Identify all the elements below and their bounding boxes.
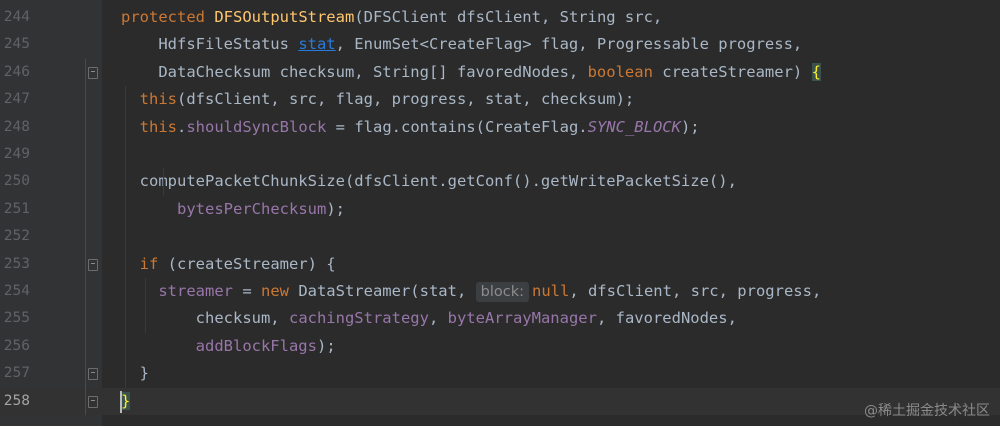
code-token: if <box>139 254 168 273</box>
line-number[interactable]: 256 <box>0 333 30 360</box>
code-text[interactable]: } <box>121 388 131 415</box>
parameter-hint: block: <box>475 282 529 302</box>
code-text[interactable]: protected DFSOutputStream(DFSClient dfsC… <box>121 4 662 31</box>
line-number[interactable]: 252 <box>0 223 30 250</box>
code-text[interactable]: DataChecksum checksum, String[] favoredN… <box>121 59 821 86</box>
code-token: DFSOutputStream <box>214 8 355 26</box>
code-token: checksum, <box>121 309 289 328</box>
code-text[interactable]: this.shouldSyncBlock = flag.contains(Cre… <box>121 114 700 141</box>
indent-guide <box>145 278 146 333</box>
fold-marker-icon[interactable] <box>88 395 98 408</box>
code-line[interactable]: 252 <box>0 223 1000 250</box>
line-number[interactable]: 244 <box>0 4 30 31</box>
code-token: . <box>177 117 187 136</box>
watermark: @稀土掘金技术社区 <box>864 403 990 419</box>
fold-marker-icon[interactable] <box>88 66 98 79</box>
line-number[interactable]: 257 <box>0 360 30 387</box>
code-text[interactable]: bytesPerChecksum); <box>121 196 345 223</box>
code-line[interactable]: 245 HdfsFileStatus stat, EnumSet<CreateF… <box>0 31 1000 58</box>
fold-region-line <box>85 58 86 415</box>
matched-brace: { <box>811 62 821 81</box>
code-line[interactable]: 253 if (createStreamer) { <box>0 251 1000 278</box>
line-number[interactable]: 255 <box>0 305 30 332</box>
line-number[interactable]: 249 <box>0 141 30 168</box>
code-token: = <box>232 282 261 300</box>
code-line[interactable]: 250 computePacketChunkSize(dfsClient.get… <box>0 168 1000 195</box>
code-token: null <box>531 282 570 300</box>
code-token: shouldSyncBlock <box>186 117 327 136</box>
code-text[interactable]: if (createStreamer) { <box>121 251 336 278</box>
code-token: streamer <box>158 282 233 300</box>
line-number[interactable]: 253 <box>0 251 30 278</box>
code-text[interactable]: HdfsFileStatus stat, EnumSet<CreateFlag>… <box>121 31 802 58</box>
code-token: new <box>260 282 299 300</box>
code-token: protected <box>121 8 215 26</box>
line-number[interactable]: 248 <box>0 114 30 141</box>
code-text[interactable]: this(dfsClient, src, flag, progress, sta… <box>121 86 635 113</box>
code-token: = flag.contains(CreateFlag. <box>326 117 588 136</box>
code-token: this <box>139 90 177 109</box>
matched-brace: } <box>121 391 131 410</box>
fold-marker-icon[interactable] <box>88 258 98 271</box>
code-token: computePacketChunkSize(dfsClient.getConf… <box>121 172 737 191</box>
code-token: ); <box>326 199 345 218</box>
code-token: , EnumSet<CreateFlag> flag, Progressable… <box>335 35 803 54</box>
code-token: (dfsClient, src, flag, progress, stat, c… <box>177 90 635 109</box>
line-number[interactable]: 247 <box>0 86 30 113</box>
fold-marker-icon[interactable] <box>88 368 98 381</box>
line-number[interactable]: 254 <box>0 278 30 305</box>
code-token: , <box>428 309 448 328</box>
code-line[interactable]: 246 DataChecksum checksum, String[] favo… <box>0 59 1000 86</box>
code-token: DataChecksum checksum, String[] favoredN… <box>121 62 588 81</box>
line-number[interactable]: 250 <box>0 168 30 195</box>
code-line[interactable]: 244 protected DFSOutputStream(DFSClient d… <box>0 4 1000 31</box>
code-token: ); <box>680 117 700 136</box>
line-number[interactable]: 246 <box>0 59 30 86</box>
code-token: (createStreamer) { <box>167 254 336 273</box>
code-token: createStreamer) <box>662 62 812 81</box>
code-token: bytesPerChecksum <box>177 199 327 218</box>
indent-guide <box>163 168 164 196</box>
indent-guide <box>125 86 126 388</box>
code-text[interactable]: computePacketChunkSize(dfsClient.getConf… <box>121 168 737 195</box>
code-token: addBlockFlags <box>195 336 317 355</box>
code-line[interactable]: 254 streamer = new DataStreamer(stat, bl… <box>0 278 1000 305</box>
code-token: SYNC_BLOCK <box>587 117 681 136</box>
code-line[interactable]: 255 checksum, cachingStrategy, byteArray… <box>0 305 1000 332</box>
code-token: ); <box>316 336 336 355</box>
line-number[interactable]: 258 <box>0 388 30 415</box>
code-line[interactable]: 256 addBlockFlags); <box>0 333 1000 360</box>
code-text[interactable]: addBlockFlags); <box>121 333 336 360</box>
code-token: cachingStrategy <box>288 309 429 328</box>
code-line[interactable]: 258} <box>0 387 1000 415</box>
code-text[interactable]: streamer = new DataStreamer(stat, block:… <box>121 278 821 305</box>
code-line[interactable]: 248 this.shouldSyncBlock = flag.contains… <box>0 114 1000 141</box>
code-token: , favoredNodes, <box>596 309 737 328</box>
code-token: HdfsFileStatus <box>121 35 299 54</box>
code-line[interactable]: 247 this(dfsClient, src, flag, progress,… <box>0 86 1000 113</box>
line-number[interactable]: 245 <box>0 31 30 58</box>
code-token: (DFSClient dfsClient, String src, <box>354 8 663 26</box>
code-token: boolean <box>587 62 663 81</box>
text-caret <box>120 390 122 413</box>
code-line[interactable]: 257 } <box>0 360 1000 387</box>
code-text[interactable]: checksum, cachingStrategy, byteArrayMana… <box>121 305 737 332</box>
code-token: this <box>139 117 177 136</box>
code-line[interactable]: 249 <box>0 141 1000 168</box>
code-line[interactable]: 251 bytesPerChecksum); <box>0 196 1000 223</box>
code-token: , dfsClient, src, progress, <box>569 282 822 300</box>
code-token: stat <box>298 35 336 54</box>
code-token: DataStreamer(stat, <box>298 282 476 300</box>
line-number[interactable]: 251 <box>0 196 30 223</box>
code-token: byteArrayManager <box>447 309 597 328</box>
